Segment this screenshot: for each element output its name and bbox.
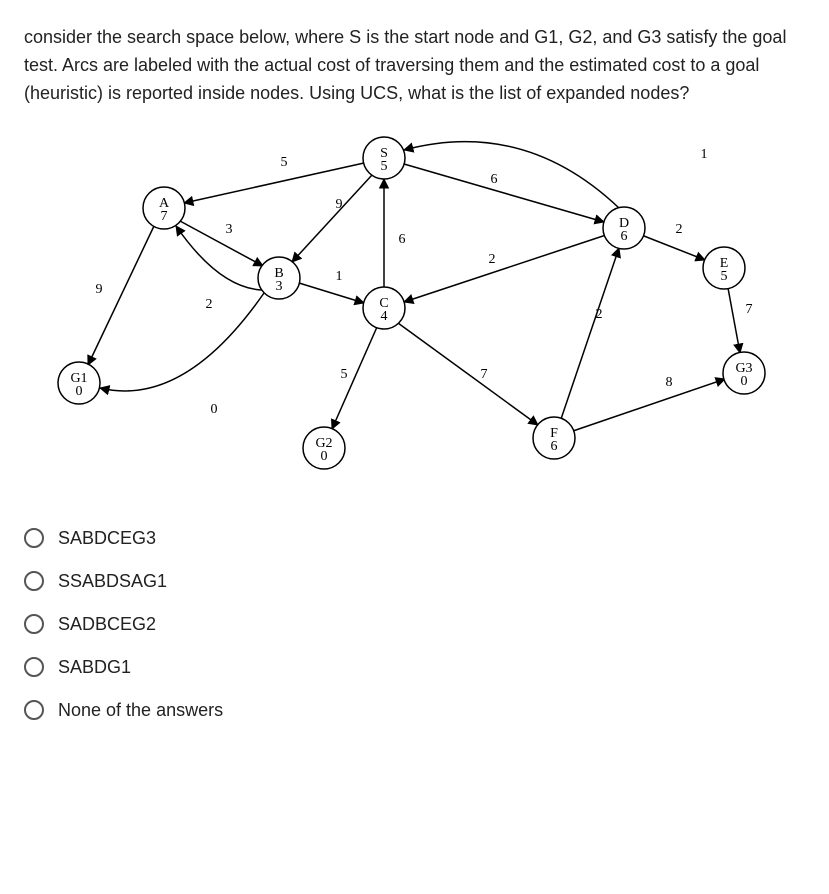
- option-2[interactable]: SSABDSAG1: [24, 571, 805, 592]
- edge-label-SA: 5: [281, 155, 288, 170]
- node-h-E: 5: [721, 268, 728, 283]
- edge-label-DC: 2: [489, 252, 496, 267]
- edge-label-CG2: 5: [341, 367, 348, 382]
- node-F: F 6: [533, 417, 575, 459]
- edge-D-S: [404, 141, 619, 207]
- option-label: SABDCEG3: [58, 528, 156, 549]
- answer-options: SABDCEG3 SSABDSAG1 SADBCEG2 SABDG1 None …: [24, 528, 805, 721]
- radio-icon: [24, 571, 44, 591]
- node-G1: G1 0: [58, 362, 100, 404]
- node-C: C 4: [363, 287, 405, 329]
- edge-D-C: [404, 235, 606, 302]
- edge-label-SB: 9: [336, 197, 343, 212]
- node-h-G1: 0: [76, 383, 83, 398]
- edge-D-E: [644, 236, 705, 260]
- question-text: consider the search space below, where S…: [24, 24, 805, 108]
- radio-icon: [24, 657, 44, 677]
- node-h-G3: 0: [741, 373, 748, 388]
- option-label: SADBCEG2: [58, 614, 156, 635]
- edge-label-BA: 2: [206, 297, 213, 312]
- node-B: B 3: [258, 257, 300, 299]
- node-D: D 6: [603, 207, 645, 249]
- edge-label-BG1: 0: [211, 402, 218, 417]
- node-A: A 7: [143, 187, 185, 229]
- edge-E-G3: [728, 288, 740, 353]
- radio-icon: [24, 700, 44, 720]
- edge-B-C: [299, 283, 364, 303]
- edge-S-B: [292, 175, 372, 262]
- node-h-D: 6: [621, 228, 628, 243]
- edge-label-DS: 1: [701, 147, 708, 162]
- option-4[interactable]: SABDG1: [24, 657, 805, 678]
- node-G2: G2 0: [303, 427, 345, 469]
- edge-label-CF: 7: [481, 367, 488, 382]
- option-label: SSABDSAG1: [58, 571, 167, 592]
- node-S: S 5: [363, 137, 405, 179]
- option-3[interactable]: SADBCEG2: [24, 614, 805, 635]
- node-G3: G3 0: [723, 352, 765, 394]
- node-h-S: 5: [381, 158, 388, 173]
- edge-label-AB: 3: [226, 222, 233, 237]
- edge-F-G3: [573, 379, 725, 431]
- edge-label-SD: 6: [491, 172, 498, 187]
- edge-label-AG1: 9: [96, 282, 103, 297]
- edge-label-DE: 2: [676, 222, 683, 237]
- node-E: E 5: [703, 247, 745, 289]
- edge-label-FD: 2: [596, 307, 603, 322]
- node-h-C: 4: [381, 308, 388, 323]
- edge-C-G2: [332, 327, 377, 429]
- option-5[interactable]: None of the answers: [24, 700, 805, 721]
- option-1[interactable]: SABDCEG3: [24, 528, 805, 549]
- node-h-B: 3: [276, 278, 283, 293]
- radio-icon: [24, 528, 44, 548]
- node-h-A: 7: [161, 208, 168, 223]
- edge-B-G1: [100, 293, 264, 391]
- edge-label-BC: 1: [336, 269, 343, 284]
- node-h-F: 6: [551, 438, 558, 453]
- node-h-G2: 0: [321, 448, 328, 463]
- edge-label-FG3: 8: [666, 375, 673, 390]
- edge-C-F: [398, 323, 538, 425]
- option-label: None of the answers: [58, 700, 223, 721]
- edge-label-CS: 6: [399, 232, 406, 247]
- search-graph-diagram: 5 9 6 1 3 2 9 0 1 6 2 2 5 7 2 8 7 S: [24, 128, 784, 498]
- edge-F-D: [561, 248, 619, 419]
- edge-label-EG3: 7: [746, 302, 753, 317]
- edge-A-B: [180, 221, 263, 266]
- radio-icon: [24, 614, 44, 634]
- option-label: SABDG1: [58, 657, 131, 678]
